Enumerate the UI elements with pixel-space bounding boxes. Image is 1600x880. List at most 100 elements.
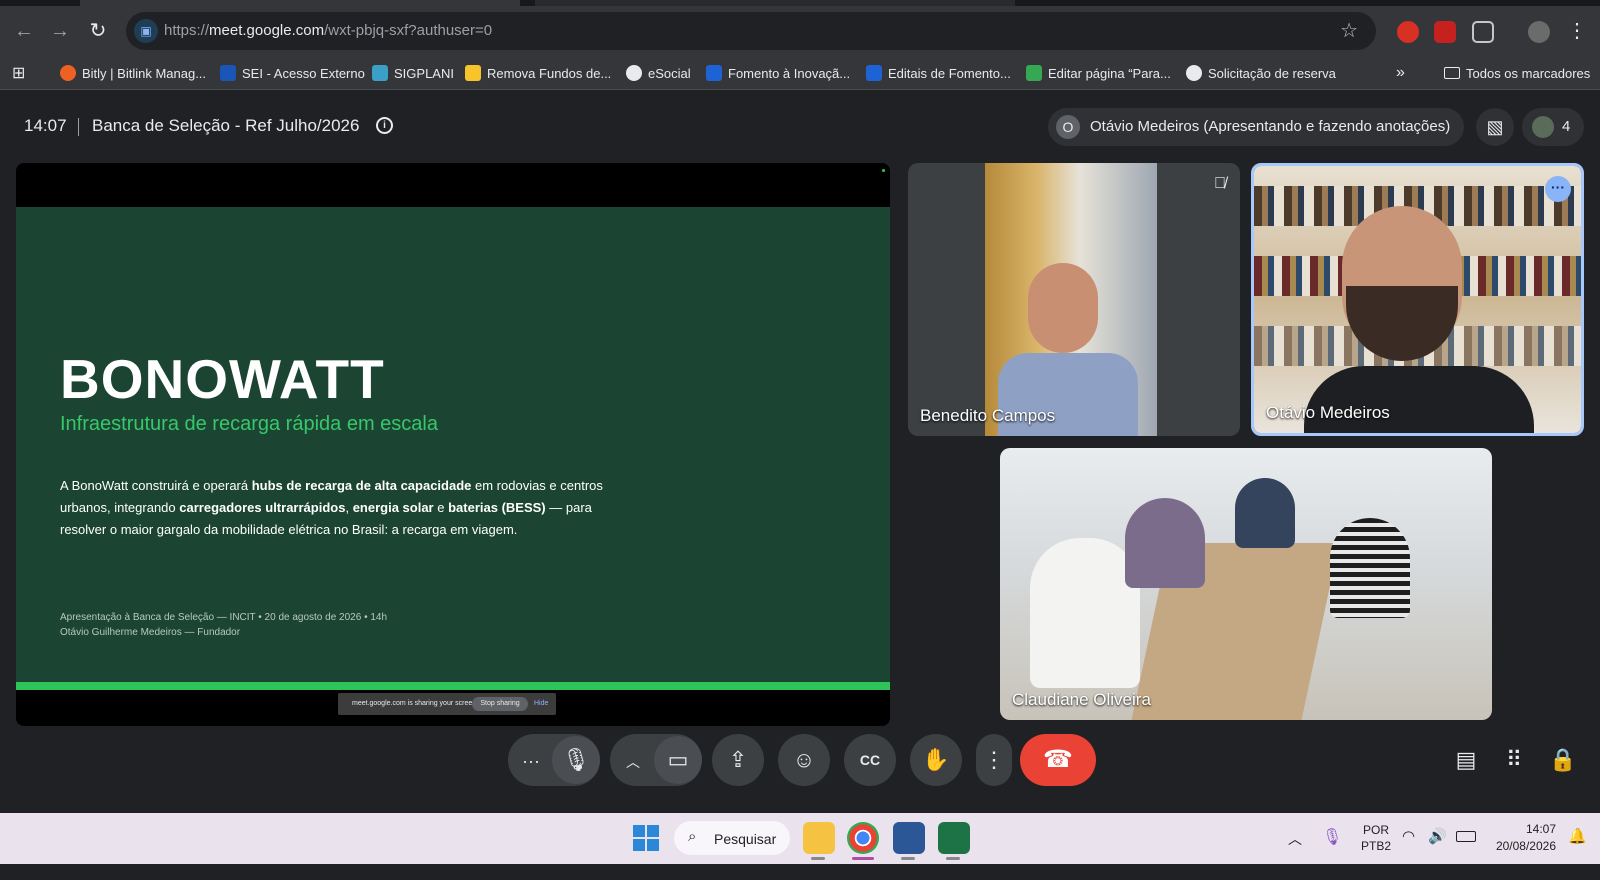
- participant-tile-otavio[interactable]: ··· Otávio Medeiros: [1251, 163, 1584, 436]
- sei-icon: [220, 65, 236, 81]
- browser-toolbar: ← → ↻ ▣ https://meet.google.com/wxt-pbjq…: [0, 6, 1600, 56]
- taskbar-time: 14:07: [1525, 822, 1556, 836]
- keyboard-layout-label: PTB2: [1360, 839, 1391, 853]
- participant-count: 4: [1562, 118, 1571, 135]
- participant-name: Benedito Campos: [920, 406, 1056, 425]
- windows-taskbar: ⌕ Pesquisar ︿ 🎙 POR PTB2 ◠ 🔊 14:07 20/08…: [0, 813, 1600, 864]
- taskbar-search[interactable]: ⌕ Pesquisar: [674, 821, 790, 855]
- camera-control-group: ︿ ▭: [610, 734, 702, 786]
- more-audio-options-icon[interactable]: ···: [522, 751, 540, 771]
- wifi-icon[interactable]: ◠: [1402, 827, 1415, 878]
- bookmark-editar-pagina[interactable]: Editar página “Para...: [1026, 56, 1171, 90]
- mic-in-use-icon[interactable]: 🎙: [1322, 827, 1342, 878]
- tray-overflow-icon[interactable]: ︿: [1288, 829, 1302, 880]
- language-label: POR: [1362, 823, 1389, 837]
- chrome-indicator: [852, 857, 874, 860]
- editais-icon: [866, 65, 882, 81]
- search-icon: ⌕: [688, 828, 697, 845]
- chat-icon[interactable]: ▤: [1448, 742, 1484, 778]
- excel-icon[interactable]: [938, 822, 970, 854]
- camera-icon[interactable]: ▭: [654, 736, 702, 784]
- bookmark-remova-fundos[interactable]: Remova Fundos de...: [465, 56, 611, 90]
- clock-area[interactable]: 14:07 20/08/2026: [1490, 813, 1556, 864]
- reload-icon[interactable]: ↻: [84, 17, 112, 45]
- file-explorer-indicator: [811, 857, 825, 860]
- participant-shirt: [1304, 366, 1534, 433]
- microphone-icon[interactable]: 🎙: [552, 736, 600, 784]
- screen-share: BONOWATT Infraestrutura de recarga rápid…: [16, 163, 890, 726]
- emoji-reaction-icon[interactable]: ☺: [778, 734, 830, 786]
- sharing-message: meet.google.com is sharing your screen.: [352, 700, 479, 707]
- meet-window: 14:07 Banca de Seleção - Ref Julho/2026 …: [0, 90, 1600, 813]
- end-call-icon[interactable]: ☎: [1020, 734, 1096, 786]
- globe-icon: [626, 65, 642, 81]
- more-options-icon[interactable]: ···: [1545, 176, 1571, 202]
- bookmark-esocial[interactable]: eSocial: [626, 56, 691, 90]
- back-icon[interactable]: ←: [10, 17, 38, 45]
- sigplani-icon: [372, 65, 388, 81]
- participant-tile-claudiane[interactable]: Claudiane Oliveira: [1000, 448, 1492, 720]
- host-controls-icon[interactable]: 🔒: [1545, 742, 1581, 778]
- excel-indicator: [946, 857, 960, 860]
- chevron-up-icon[interactable]: ︿: [626, 754, 640, 770]
- present-screen-icon[interactable]: ⇪: [712, 734, 764, 786]
- participant-name: Claudiane Oliveira: [1012, 690, 1151, 709]
- remova-fundos-icon: [465, 65, 481, 81]
- presentation-slide: BONOWATT Infraestrutura de recarga rápid…: [16, 207, 890, 682]
- address-bar[interactable]: ▣ https://meet.google.com/wxt-pbjq-sxf?a…: [126, 12, 1376, 50]
- notifications-icon[interactable]: 🔔: [1568, 827, 1587, 878]
- mic-control-group: ··· 🎙: [508, 734, 600, 786]
- participant-head: [1028, 263, 1098, 353]
- person-back: [1235, 478, 1295, 548]
- word-icon[interactable]: [893, 822, 925, 854]
- meeting-title: Banca de Seleção - Ref Julho/2026: [92, 116, 360, 135]
- profile-avatar[interactable]: [1528, 21, 1550, 43]
- apps-grid-icon[interactable]: ⊞: [12, 56, 25, 90]
- call-controls: ··· 🎙 ︿ ▭ ⇪ ☺ CC ✋ ⋮ ☎ ▤ ⠿ 🔒: [0, 722, 1600, 802]
- info-icon[interactable]: i: [376, 117, 393, 134]
- activities-grid-icon[interactable]: ⠿: [1496, 742, 1532, 778]
- extension-pdf-icon[interactable]: [1434, 21, 1456, 43]
- meeting-clock: 14:07: [24, 116, 67, 135]
- forward-icon[interactable]: →: [46, 17, 74, 45]
- more-options-icon[interactable]: ⋮: [976, 734, 1012, 786]
- extension-red-icon[interactable]: [1397, 21, 1419, 43]
- mic-off-icon: 🎙̸: [1214, 175, 1226, 192]
- slide-footer-event: Apresentação à Banca de Seleção — INCIT …: [60, 612, 388, 623]
- bookmark-star-icon[interactable]: ☆: [1340, 18, 1358, 43]
- raise-hand-icon[interactable]: ✋: [910, 734, 962, 786]
- volume-icon[interactable]: 🔊: [1428, 827, 1447, 878]
- hide-presentation-icon[interactable]: ▧: [1476, 108, 1514, 146]
- browser-menu-icon[interactable]: ⋮: [1563, 17, 1591, 45]
- participant-name: Otávio Medeiros: [1266, 403, 1390, 422]
- screen-sharing-notice: meet.google.com is sharing your screen. …: [338, 693, 556, 715]
- folder-icon: [1444, 67, 1460, 79]
- url-text[interactable]: https://meet.google.com/wxt-pbjq-sxf?aut…: [164, 22, 492, 39]
- bookmark-sigplani[interactable]: SIGPLANI: [372, 56, 454, 90]
- bookmark-solicitacao-reserva[interactable]: Solicitação de reserva: [1186, 56, 1336, 90]
- word-indicator: [901, 857, 915, 860]
- all-bookmarks-folder[interactable]: Todos os marcadores: [1444, 56, 1590, 90]
- participant-tile-benedito[interactable]: 🎙̸ Benedito Campos: [908, 163, 1240, 436]
- taskbar-date: 20/08/2026: [1495, 839, 1556, 853]
- participants-button[interactable]: 4: [1522, 108, 1584, 146]
- battery-icon[interactable]: [1456, 831, 1476, 842]
- file-explorer-icon[interactable]: [803, 822, 835, 854]
- stop-sharing-button[interactable]: Stop sharing: [472, 697, 528, 711]
- language-indicator[interactable]: POR PTB2: [1358, 813, 1394, 864]
- captions-icon[interactable]: CC: [844, 734, 896, 786]
- presenter-avatar: O: [1056, 115, 1080, 139]
- header-divider: [78, 118, 79, 136]
- chrome-icon[interactable]: [847, 822, 879, 854]
- meet-header: 14:07 Banca de Seleção - Ref Julho/2026 …: [0, 90, 1600, 160]
- bookmark-fomento-inovacao[interactable]: Fomento à Inovaçã...: [706, 56, 850, 90]
- extensions-puzzle-icon[interactable]: [1472, 21, 1494, 43]
- bookmark-editais-fomento[interactable]: Editais de Fomento...: [866, 56, 1011, 90]
- bookmarks-bar: ⊞ Bitly | Bitlink Manag... SEI - Acesso …: [0, 56, 1600, 90]
- presenter-indicator[interactable]: O Otávio Medeiros (Apresentando e fazend…: [1048, 108, 1464, 146]
- bookmark-sei[interactable]: SEI - Acesso Externo: [220, 56, 365, 90]
- hide-sharing-bar-button[interactable]: Hide: [534, 700, 548, 707]
- windows-start-icon[interactable]: [633, 825, 659, 851]
- bookmark-bitly[interactable]: Bitly | Bitlink Manag...: [60, 56, 206, 90]
- bookmarks-overflow-icon[interactable]: »: [1396, 56, 1405, 90]
